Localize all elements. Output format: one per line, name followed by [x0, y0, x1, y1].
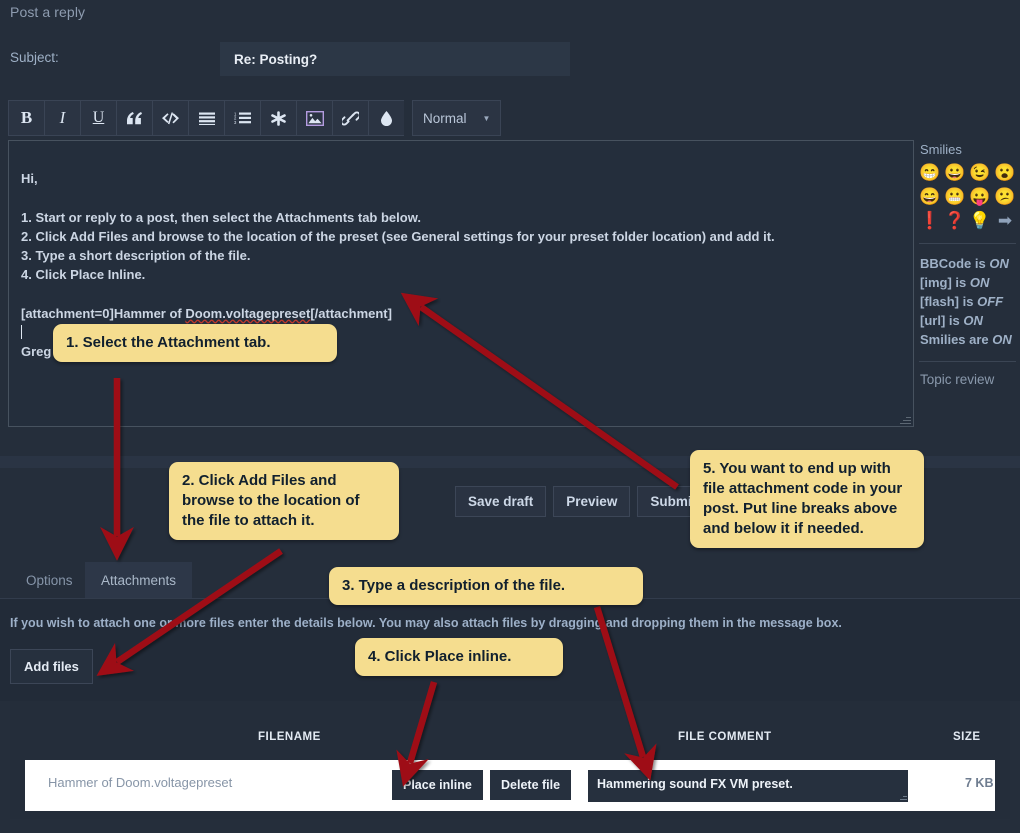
bbcode-flag-row: BBCode is ON: [920, 254, 1020, 273]
bold-button[interactable]: B: [8, 100, 44, 136]
smiley-grimace-icon[interactable]: 😬: [944, 185, 966, 207]
topic-review-link[interactable]: Topic review: [920, 372, 1020, 387]
add-files-button[interactable]: Add files: [10, 649, 93, 684]
image-icon[interactable]: [296, 100, 332, 136]
smiley-idea-icon[interactable]: 💡: [969, 209, 991, 231]
subject-row: Subject:: [0, 42, 1020, 76]
code-icon[interactable]: [152, 100, 188, 136]
editor-bbcode-filename: Doom.voltagepreset: [185, 305, 311, 321]
column-header-size: SIZE: [953, 731, 981, 743]
editor-sidebar: Smilies 😁 😀 😉 😮 😄 😬 😛 😕 ❗ ❓ 💡 ➡ BBCode is ON [img] i…: [916, 140, 1020, 427]
italic-button[interactable]: I: [44, 100, 80, 136]
font-size-value: Normal: [423, 110, 467, 126]
smiley-embarrassed-icon[interactable]: 😕: [994, 185, 1016, 207]
file-comment-input[interactable]: [588, 770, 908, 802]
editor-bbcode-suffix: [/attachment]: [310, 305, 392, 321]
attachment-size: 7 KB: [965, 776, 994, 790]
table-row: Hammer of Doom.voltagepreset Place inlin…: [25, 760, 995, 811]
forum-post-reply-page: Post a reply Subject: B I U: [0, 0, 1020, 833]
smilies-heading: Smilies: [920, 142, 962, 157]
bbcode-flag-value: ON: [989, 256, 1009, 271]
message-editor[interactable]: Hi, 1. Start or reply to a post, then sel…: [8, 140, 914, 427]
page-bottom-strip: [0, 819, 1020, 833]
bbcode-flag-value: OFF: [977, 294, 1004, 309]
editor-toolbar: B I U 1 2 3 Normal ▼: [8, 100, 502, 136]
bbcode-flag-value: ON: [992, 332, 1012, 347]
attachments-table-header: FILENAME FILE COMMENT SIZE: [10, 701, 1010, 753]
sidebar-divider-2: [919, 361, 1016, 362]
column-header-comment: FILE COMMENT: [678, 731, 772, 743]
page-title: Post a reply: [10, 4, 86, 20]
place-inline-button[interactable]: Place inline: [392, 770, 483, 800]
editor-resize-handle[interactable]: [899, 413, 911, 425]
svg-text:3: 3: [234, 120, 237, 125]
tab-options[interactable]: Options: [10, 562, 89, 598]
quote-icon[interactable]: [116, 100, 152, 136]
smiley-question-icon[interactable]: ❓: [944, 209, 966, 231]
font-size-select[interactable]: Normal ▼: [412, 100, 502, 136]
editor-line-2: 2. Click Add Files and browse to the loc…: [21, 228, 775, 244]
editor-line-3: 3. Type a short description of the file.: [21, 248, 251, 264]
bbcode-flag-label: [flash] is: [920, 294, 978, 309]
bbcode-flag-value: ON: [969, 275, 990, 290]
callout-select-attachment-tab: 1. Select the Attachment tab.: [53, 324, 337, 362]
smiley-wink-icon[interactable]: 😉: [969, 161, 991, 183]
smiley-exclaim-icon[interactable]: ❗: [919, 209, 941, 231]
tab-attachments[interactable]: Attachments: [85, 562, 193, 598]
smiley-arrow-icon[interactable]: ➡: [994, 209, 1016, 231]
bbcode-flag-value: ON: [963, 313, 983, 328]
editor-line-4: 4. Click Place Inline.: [21, 267, 146, 283]
bbcode-flag-row: [url] is ON: [920, 311, 1020, 330]
preview-button[interactable]: Preview: [553, 486, 631, 517]
smiley-very-happy-icon[interactable]: 😄: [919, 185, 941, 207]
smiley-laugh-icon[interactable]: 😁: [919, 161, 941, 183]
bbcode-flag-row: [flash] is OFF: [920, 292, 1020, 311]
smiley-surprised-icon[interactable]: 😮: [994, 161, 1016, 183]
smilies-grid: 😁 😀 😉 😮 😄 😬 😛 😕 ❗ ❓ 💡 ➡: [919, 161, 1020, 231]
attachments-table: FILENAME FILE COMMENT SIZE Hammer of Doo…: [10, 701, 1010, 819]
list-item-icon[interactable]: [260, 100, 296, 136]
editor-signature: Greg: [21, 344, 52, 360]
bbcode-flag-label: BBCode is: [920, 256, 990, 271]
callout-click-add-files: 2. Click Add Files and browse to the loc…: [169, 462, 399, 540]
editor-bbcode-prefix: [attachment=0]Hammer of: [21, 305, 186, 321]
callout-type-description: 3. Type a description of the file.: [329, 567, 643, 605]
editor-line-hi: Hi,: [21, 171, 38, 187]
sidebar-divider-1: [919, 243, 1016, 244]
bbcode-flags-list: BBCode is ON [img] is ON [flash] is OFF [ur…: [920, 254, 1020, 349]
attachments-note: If you wish to attach one or more files …: [10, 616, 842, 630]
save-draft-button[interactable]: Save draft: [455, 486, 547, 517]
editor-line-1: 1. Start or reply to a post, then select…: [21, 209, 421, 225]
link-icon[interactable]: [332, 100, 368, 136]
chevron-down-icon: ▼: [482, 113, 491, 123]
bbcode-flag-row: Smilies are ON: [920, 330, 1020, 349]
subject-input[interactable]: [220, 42, 570, 76]
attachment-filename: Hammer of Doom.voltagepreset: [48, 775, 233, 790]
bbcode-flag-label: Smilies are: [920, 332, 993, 347]
bbcode-flag-label: [url] is: [920, 313, 964, 328]
callout-click-place-inline: 4. Click Place inline.: [355, 638, 563, 676]
smiley-grin-icon[interactable]: 😀: [944, 161, 966, 183]
underline-button[interactable]: U: [80, 100, 116, 136]
delete-file-button[interactable]: Delete file: [490, 770, 572, 800]
bbcode-flag-row: [img] is ON: [920, 273, 1020, 292]
bbcode-flag-label: [img] is: [920, 275, 970, 290]
smiley-tongue-icon[interactable]: 😛: [969, 185, 991, 207]
ordered-list-icon[interactable]: 1 2 3: [224, 100, 260, 136]
text-caret: [21, 324, 22, 339]
unordered-list-icon[interactable]: [188, 100, 224, 136]
callout-attachment-code: 5. You want to end up with file attachme…: [690, 450, 924, 548]
font-color-icon[interactable]: [368, 100, 404, 136]
form-actions: Save draft Preview Submit: [455, 486, 710, 517]
column-header-filename: FILENAME: [258, 731, 321, 743]
subject-label: Subject:: [10, 50, 59, 65]
